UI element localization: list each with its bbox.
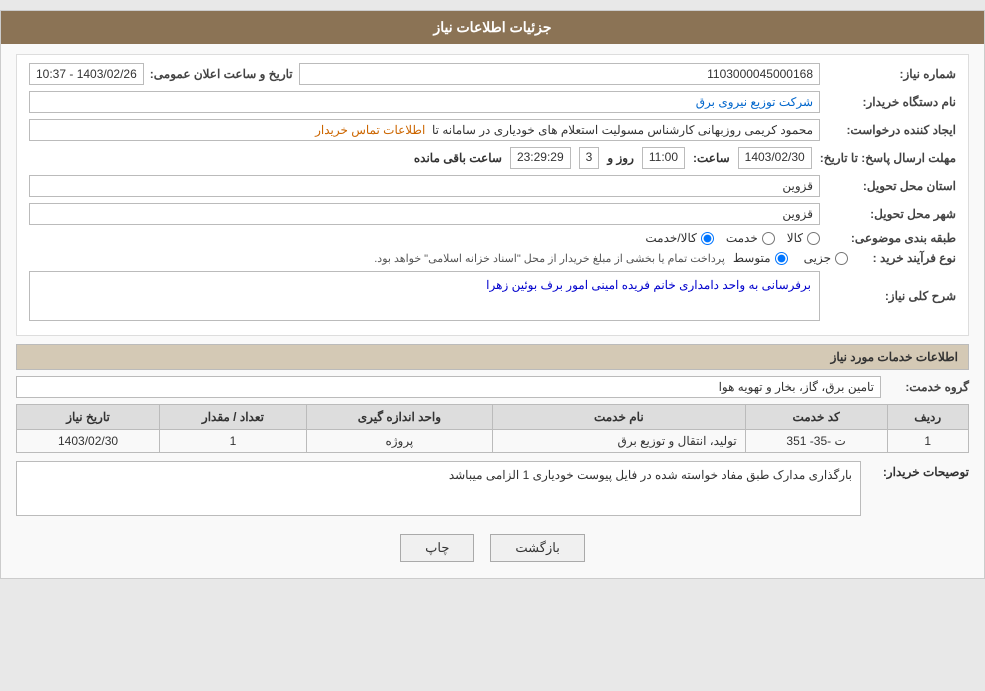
category-kala-item[interactable]: کالا [787, 231, 820, 245]
province-value: قزوین [29, 175, 820, 197]
col-count: تعداد / مقدار [160, 405, 307, 430]
buyer-notes-row: توصیحات خریدار: بارگذاری مدارک طبق مفاد … [16, 461, 969, 516]
services-section: اطلاعات خدمات مورد نیاز گروه خدمت: تامین… [16, 344, 969, 453]
category-kala-radio[interactable] [807, 232, 820, 245]
purchase-motevaset-radio[interactable] [775, 252, 788, 265]
col-code: کد خدمت [745, 405, 887, 430]
need-description-label: شرح کلی نیاز: [826, 289, 956, 303]
purchase-motevaset-item[interactable]: متوسط [733, 251, 788, 265]
category-both-item[interactable]: کالا/خدمت [645, 231, 713, 245]
purchase-note: پرداخت تمام یا بخشی از مبلغ خریدار از مح… [374, 252, 725, 265]
need-number-row: شماره نیاز: 1103000045000168 تاریخ و ساع… [29, 63, 956, 85]
purchase-radio-group: جزیی متوسط [733, 251, 848, 265]
cell-name: تولید، انتقال و توزیع برق [492, 430, 745, 453]
purchase-motevaset-label: متوسط [733, 251, 771, 265]
page-wrapper: جزئیات اطلاعات نیاز شماره نیاز: 11030000… [0, 10, 985, 579]
deadline-day-label: روز و [607, 151, 634, 165]
col-date: تاریخ نیاز [17, 405, 160, 430]
need-number-label: شماره نیاز: [826, 67, 956, 81]
need-number-value: 1103000045000168 [299, 63, 820, 85]
page-header: جزئیات اطلاعات نیاز [1, 11, 984, 44]
cell-unit: پروژه [306, 430, 492, 453]
table-row: 1 ت -35- 351 تولید، انتقال و توزیع برق پ… [17, 430, 969, 453]
category-khedmat-item[interactable]: خدمت [726, 231, 775, 245]
page-title: جزئیات اطلاعات نیاز [433, 19, 551, 35]
cell-code: ت -35- 351 [745, 430, 887, 453]
category-kala-label: کالا [787, 231, 803, 245]
purchase-jozi-item[interactable]: جزیی [804, 251, 848, 265]
deadline-day: 3 [579, 147, 600, 169]
purchase-row: نوع فرآیند خرید : جزیی متوسط پرداخت تمام… [29, 251, 956, 265]
category-khedmat-label: خدمت [726, 231, 758, 245]
need-description-row: شرح کلی نیاز: برفرسانی به واحد دامداری خ… [29, 271, 956, 321]
cell-count: 1 [160, 430, 307, 453]
category-row: طبقه بندی موضوعی: کالا خدمت کالا/خدمت [29, 231, 956, 245]
print-button[interactable]: چاپ [400, 534, 474, 562]
col-unit: واحد اندازه گیری [306, 405, 492, 430]
announce-label: تاریخ و ساعت اعلان عمومی: [150, 67, 293, 81]
service-group-label: گروه خدمت: [889, 380, 969, 394]
buyer-org-row: نام دستگاه خریدار: شرکت توزیع نیروی برق [29, 91, 956, 113]
buyer-notes-value: بارگذاری مدارک طبق مفاد خواسته شده در فا… [16, 461, 861, 516]
deadline-time-label: ساعت: [693, 151, 730, 165]
announce-value: 1403/02/26 - 10:37 [29, 63, 144, 85]
cell-row: 1 [887, 430, 969, 453]
col-name: نام خدمت [492, 405, 745, 430]
back-button[interactable]: بازگشت [490, 534, 584, 562]
category-both-label: کالا/خدمت [645, 231, 696, 245]
buyer-org-value: شرکت توزیع نیروی برق [29, 91, 820, 113]
content-area: شماره نیاز: 1103000045000168 تاریخ و ساع… [1, 44, 984, 578]
deadline-row: مهلت ارسال پاسخ: تا تاریخ: 1403/02/30 سا… [29, 147, 956, 169]
buttons-row: بازگشت چاپ [16, 524, 969, 568]
col-row: ردیف [887, 405, 969, 430]
buyer-notes-label: توصیحات خریدار: [869, 461, 969, 479]
need-description-value: برفرسانی به واحد دامداری خانم فریده امین… [29, 271, 820, 321]
city-row: شهر محل تحویل: قزوین [29, 203, 956, 225]
creator-row: ایجاد کننده درخواست: محمود کریمی روزبهان… [29, 119, 956, 141]
deadline-label: مهلت ارسال پاسخ: تا تاریخ: [820, 151, 956, 165]
category-radio-group: کالا خدمت کالا/خدمت [645, 231, 820, 245]
purchase-jozi-radio[interactable] [835, 252, 848, 265]
deadline-date: 1403/02/30 [738, 147, 812, 169]
category-both-radio[interactable] [701, 232, 714, 245]
province-label: استان محل تحویل: [826, 179, 956, 193]
category-label: طبقه بندی موضوعی: [826, 231, 956, 245]
creator-value: محمود کریمی روزبهانی کارشناس مسولیت استع… [29, 119, 820, 141]
service-group-value: تامین برق، گاز، بخار و تهویه هوا [16, 376, 881, 398]
cell-date: 1403/02/30 [17, 430, 160, 453]
city-value: قزوین [29, 203, 820, 225]
services-title: اطلاعات خدمات مورد نیاز [16, 344, 969, 370]
services-table: ردیف کد خدمت نام خدمت واحد اندازه گیری ت… [16, 404, 969, 453]
service-group-row: گروه خدمت: تامین برق، گاز، بخار و تهویه … [16, 376, 969, 398]
deadline-remaining-label: ساعت باقی مانده [414, 151, 502, 165]
deadline-remaining: 23:29:29 [510, 147, 571, 169]
purchase-label: نوع فرآیند خرید : [856, 251, 956, 265]
buyer-org-label: نام دستگاه خریدار: [826, 95, 956, 109]
table-header-row: ردیف کد خدمت نام خدمت واحد اندازه گیری ت… [17, 405, 969, 430]
info-section: شماره نیاز: 1103000045000168 تاریخ و ساع… [16, 54, 969, 336]
creator-label: ایجاد کننده درخواست: [826, 123, 956, 137]
category-khedmat-radio[interactable] [762, 232, 775, 245]
deadline-time: 11:00 [642, 147, 685, 169]
province-row: استان محل تحویل: قزوین [29, 175, 956, 197]
city-label: شهر محل تحویل: [826, 207, 956, 221]
creator-link[interactable]: اطلاعات تماس خریدار [315, 123, 425, 137]
purchase-jozi-label: جزیی [804, 251, 831, 265]
